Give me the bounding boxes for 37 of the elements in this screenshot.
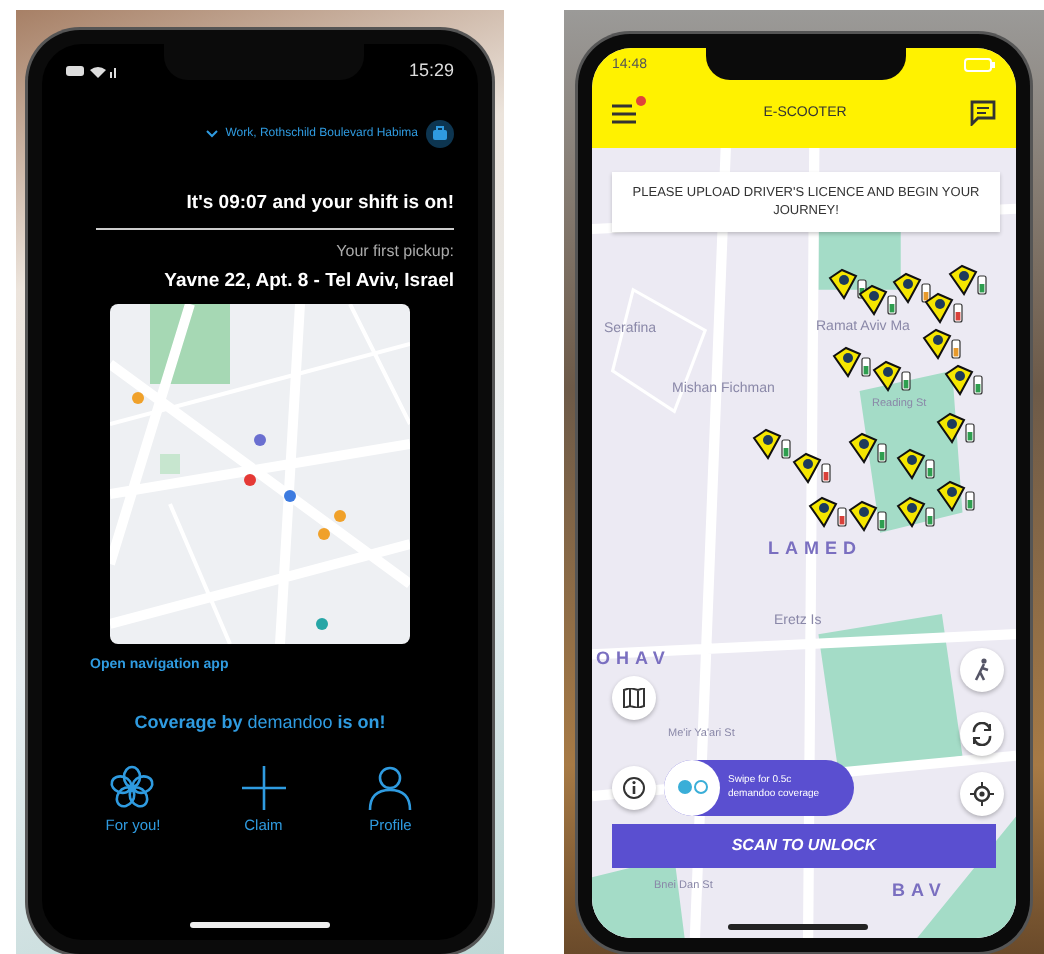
shift-heading: It's 09:07 and your shift is on!: [184, 192, 454, 214]
scooter-marker[interactable]: [872, 359, 912, 391]
chat-icon[interactable]: [970, 99, 996, 125]
scooter-marker[interactable]: [924, 291, 964, 323]
map-label: OHAV: [596, 647, 671, 667]
menu-button[interactable]: [612, 101, 640, 123]
scooter-marker[interactable]: [936, 411, 976, 443]
scooter-marker[interactable]: [848, 431, 888, 463]
scooter-marker[interactable]: [944, 363, 984, 395]
map-label: LAMED: [768, 537, 862, 557]
battery-icon: [964, 57, 996, 71]
scooter-marker[interactable]: [896, 447, 936, 479]
person-icon: [366, 764, 415, 812]
map-label: BAV: [892, 879, 947, 899]
scooter-marker[interactable]: [936, 479, 976, 511]
scooter-marker[interactable]: [922, 327, 962, 359]
flower-icon: [108, 764, 157, 812]
briefcase-icon: [426, 120, 454, 148]
menu-icon: [612, 101, 640, 123]
scooter-marker[interactable]: [808, 495, 848, 527]
scooter-marker[interactable]: [848, 499, 888, 531]
scan-to-unlock-button[interactable]: SCAN TO UNLOCK: [612, 823, 996, 867]
plus-icon: [239, 764, 288, 812]
coverage-text: Coverage by demandoo is on!: [132, 712, 388, 732]
scooter-marker[interactable]: [832, 345, 872, 377]
scooter-marker[interactable]: [896, 495, 936, 527]
scooter-marker[interactable]: [858, 283, 898, 315]
chevron-icon[interactable]: [205, 130, 218, 138]
status-time: 15:29: [408, 60, 454, 80]
scooter-marker[interactable]: [948, 263, 988, 295]
scooter-marker[interactable]: [752, 427, 792, 459]
pickup-address: Yavne 22, Apt. 8 - Tel Aviv, Israel: [162, 270, 454, 292]
scooter-marker[interactable]: [828, 267, 868, 299]
pickup-label: Your first pickup:: [334, 242, 454, 260]
scooter-marker[interactable]: [792, 451, 832, 483]
scooter-marker[interactable]: [892, 271, 932, 303]
signal-icon: [66, 63, 118, 77]
